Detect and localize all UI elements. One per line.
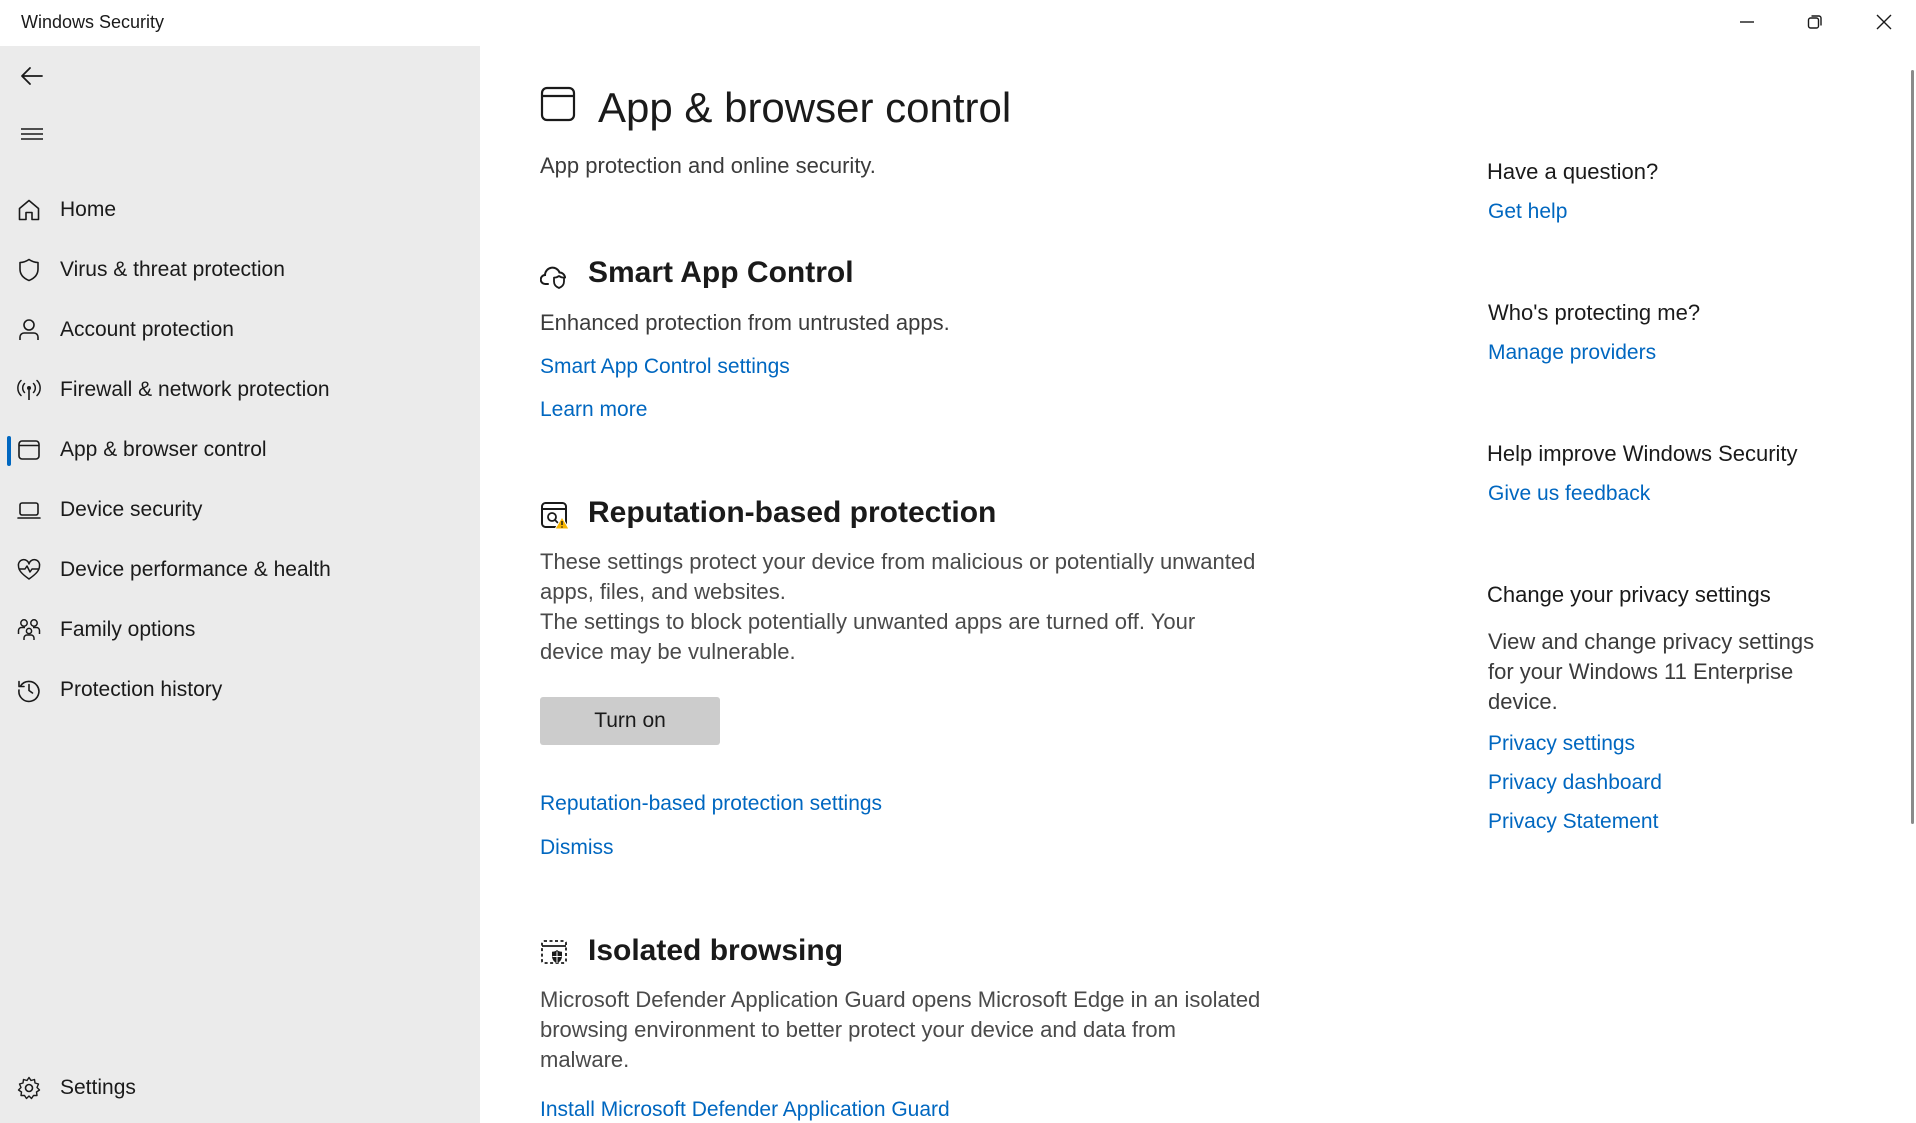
close-button[interactable] (1850, 0, 1916, 44)
sidebar-item-label: Home (60, 198, 117, 221)
privacy-heading: Change your privacy settings (1487, 582, 1771, 607)
install-application-guard-link[interactable]: Install Microsoft Defender Application G… (540, 1098, 950, 1122)
gear-icon (17, 1076, 41, 1100)
smart-app-control-description: Enhanced protection from untrusted apps. (540, 310, 950, 335)
minimize-icon (1740, 21, 1754, 23)
restore-button[interactable] (1781, 0, 1849, 44)
back-button[interactable] (12, 56, 52, 96)
help-improve-heading: Help improve Windows Security (1487, 441, 1798, 466)
sidebar-item-label: App & browser control (60, 438, 267, 461)
family-icon (17, 619, 41, 640)
main-content: App & browser control App protection and… (480, 46, 1916, 1123)
sidebar: Home Virus & threat protection Account p… (0, 46, 480, 1123)
page-title: App & browser control (598, 84, 1012, 131)
restore-icon (1807, 15, 1822, 29)
privacy-dashboard-link[interactable]: Privacy dashboard (1488, 771, 1662, 795)
reputation-description: These settings protect your device from … (540, 549, 1256, 604)
sidebar-item-label: Device security (60, 498, 203, 521)
have-a-question-heading: Have a question? (1487, 159, 1659, 184)
manage-providers-link[interactable]: Manage providers (1488, 341, 1656, 365)
window-title: Windows Security (21, 12, 165, 32)
learn-more-link[interactable]: Learn more (540, 398, 647, 422)
laptop-icon (17, 502, 41, 519)
turn-on-button[interactable]: Turn on (540, 697, 720, 745)
sidebar-item-virus-threat[interactable]: Virus & threat protection (0, 242, 480, 298)
reputation-protection-heading: Reputation-based protection (588, 496, 997, 529)
scrollbar[interactable] (1911, 70, 1914, 824)
give-feedback-link[interactable]: Give us feedback (1488, 482, 1650, 506)
menu-button[interactable] (12, 114, 52, 154)
minimize-button[interactable] (1713, 0, 1781, 44)
heart-pulse-icon (17, 558, 41, 580)
reputation-warning-text: The settings to block potentially unwant… (540, 609, 1196, 664)
person-icon (19, 319, 39, 340)
privacy-settings-link[interactable]: Privacy settings (1488, 732, 1635, 756)
smart-app-control-heading: Smart App Control (588, 256, 854, 289)
title-bar: Windows Security (0, 0, 1916, 46)
dismiss-link[interactable]: Dismiss (540, 836, 614, 860)
cloud-shield-icon (540, 266, 566, 289)
isolated-browsing-icon (541, 940, 567, 964)
sidebar-item-device-security[interactable]: Device security (0, 482, 480, 538)
reputation-settings-link[interactable]: Reputation-based protection settings (540, 792, 882, 816)
sidebar-item-label: Virus & threat protection (60, 258, 285, 281)
hamburger-icon (21, 128, 43, 140)
smart-app-control-settings-link[interactable]: Smart App Control settings (540, 355, 790, 379)
page-subtitle: App protection and online security. (540, 153, 876, 178)
sidebar-item-device-performance[interactable]: Device performance & health (0, 542, 480, 598)
sidebar-item-label: Firewall & network protection (60, 378, 330, 401)
sidebar-item-firewall[interactable]: Firewall & network protection (0, 362, 480, 418)
reputation-warning-icon (541, 502, 570, 530)
app-window-icon (540, 86, 576, 122)
sidebar-item-label: Protection history (60, 678, 223, 701)
antenna-icon (17, 379, 41, 400)
isolated-browsing-description: Microsoft Defender Application Guard ope… (540, 987, 1261, 1072)
app-window-icon (18, 440, 40, 460)
sidebar-item-protection-history[interactable]: Protection history (0, 662, 480, 718)
sidebar-item-settings[interactable]: Settings (0, 1060, 480, 1116)
sidebar-item-account[interactable]: Account protection (0, 302, 480, 358)
get-help-link[interactable]: Get help (1488, 200, 1567, 224)
back-arrow-icon (21, 67, 43, 85)
sidebar-item-label: Family options (60, 618, 196, 641)
sidebar-item-label: Device performance & health (60, 558, 331, 581)
sidebar-item-home[interactable]: Home (0, 182, 480, 238)
home-icon (18, 199, 40, 221)
sidebar-item-family[interactable]: Family options (0, 602, 480, 658)
sidebar-item-app-browser[interactable]: App & browser control (0, 422, 480, 478)
close-icon (1876, 14, 1892, 30)
privacy-statement-link[interactable]: Privacy Statement (1488, 810, 1658, 834)
history-icon (18, 680, 40, 703)
sidebar-item-label: Settings (60, 1076, 136, 1099)
sidebar-item-label: Account protection (60, 318, 234, 341)
isolated-browsing-heading: Isolated browsing (588, 934, 844, 967)
shield-icon (19, 258, 39, 282)
privacy-description: View and change privacy settings for you… (1488, 629, 1815, 714)
whos-protecting-heading: Who's protecting me? (1488, 300, 1701, 325)
selected-indicator (7, 436, 11, 466)
